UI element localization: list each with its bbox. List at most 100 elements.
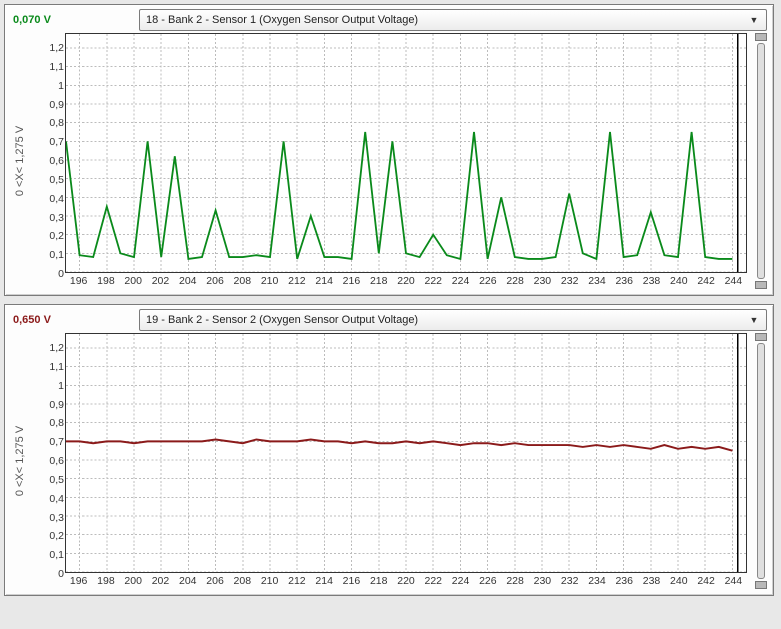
y-ticks: 00,10,20,30,40,50,60,70,80,911,11,2 <box>34 334 64 572</box>
x-tick-label: 230 <box>534 575 552 587</box>
y-tick-label: 0,1 <box>34 549 64 561</box>
x-tick-label: 226 <box>479 275 497 287</box>
chevron-down-icon: ▼ <box>746 315 762 325</box>
x-tick-label: 240 <box>670 275 688 287</box>
y-axis-label: 0 <X< 1,275 V <box>14 426 26 496</box>
panel-header: 0,650 V 19 - Bank 2 - Sensor 2 (Oxygen Se… <box>5 305 773 333</box>
y-tick-label: 0,7 <box>34 136 64 148</box>
slider-handle-bottom[interactable] <box>755 581 767 589</box>
y-tick-label: 0,9 <box>34 399 64 411</box>
x-tick-label: 200 <box>124 575 142 587</box>
chart-panel: 0,650 V 19 - Bank 2 - Sensor 2 (Oxygen Se… <box>4 304 774 596</box>
chart-box: 00,10,20,30,40,50,60,70,80,911,11,219619… <box>31 33 747 289</box>
slider-handle-top[interactable] <box>755 33 767 41</box>
x-ticks: 1961982002022042062082102122142162182202… <box>65 275 747 289</box>
y-tick-label: 0,6 <box>34 155 64 167</box>
y-tick-label: 0,4 <box>34 493 64 505</box>
x-tick-label: 230 <box>534 275 552 287</box>
plot-row: 0 <X< 1,275 V 00,10,20,30,40,50,60,70,80,… <box>5 33 773 295</box>
x-tick-label: 220 <box>397 275 415 287</box>
x-tick-label: 210 <box>261 575 279 587</box>
x-tick-label: 208 <box>234 275 252 287</box>
y-tick-label: 1 <box>34 380 64 392</box>
x-tick-label: 244 <box>725 275 743 287</box>
y-tick-label: 0,3 <box>34 512 64 524</box>
y-tick-label: 0,2 <box>34 230 64 242</box>
x-tick-label: 218 <box>370 275 388 287</box>
x-tick-label: 228 <box>506 275 524 287</box>
slider-track[interactable] <box>757 343 765 579</box>
x-tick-label: 226 <box>479 575 497 587</box>
y-range-slider[interactable] <box>753 333 769 589</box>
x-tick-label: 204 <box>179 575 197 587</box>
x-tick-label: 212 <box>288 275 306 287</box>
x-tick-label: 242 <box>697 575 715 587</box>
panel-header: 0,070 V 18 - Bank 2 - Sensor 1 (Oxygen Se… <box>5 5 773 33</box>
chart-panel: 0,070 V 18 - Bank 2 - Sensor 1 (Oxygen Se… <box>4 4 774 296</box>
x-tick-label: 232 <box>561 275 579 287</box>
sensor-dropdown[interactable]: 18 - Bank 2 - Sensor 1 (Oxygen Sensor Ou… <box>139 9 767 31</box>
x-tick-label: 222 <box>425 575 443 587</box>
current-value-label: 0,070 V <box>11 14 133 26</box>
x-tick-label: 210 <box>261 275 279 287</box>
y-tick-label: 0 <box>34 568 64 580</box>
y-tick-label: 0,5 <box>34 174 64 186</box>
x-tick-label: 202 <box>152 575 170 587</box>
x-tick-label: 200 <box>124 275 142 287</box>
y-tick-label: 0,8 <box>34 417 64 429</box>
y-tick-label: 0,9 <box>34 99 64 111</box>
dropdown-selected-text: 18 - Bank 2 - Sensor 1 (Oxygen Sensor Ou… <box>146 14 746 26</box>
x-tick-label: 240 <box>670 575 688 587</box>
x-tick-label: 222 <box>425 275 443 287</box>
x-tick-label: 202 <box>152 275 170 287</box>
y-axis-label-wrap: 0 <X< 1,275 V <box>9 33 31 289</box>
x-tick-label: 224 <box>452 575 470 587</box>
y-tick-label: 1,2 <box>34 42 64 54</box>
x-tick-label: 242 <box>697 275 715 287</box>
x-tick-label: 214 <box>315 275 333 287</box>
x-tick-label: 236 <box>615 575 633 587</box>
plot-area[interactable]: 00,10,20,30,40,50,60,70,80,911,11,2 <box>65 333 747 573</box>
y-tick-label: 0,1 <box>34 249 64 261</box>
x-ticks: 1961982002022042062082102122142162182202… <box>65 575 747 589</box>
x-tick-label: 228 <box>506 575 524 587</box>
y-tick-label: 0,4 <box>34 193 64 205</box>
chart-box: 00,10,20,30,40,50,60,70,80,911,11,219619… <box>31 333 747 589</box>
x-tick-label: 238 <box>643 275 661 287</box>
x-tick-label: 216 <box>343 575 361 587</box>
x-tick-label: 216 <box>343 275 361 287</box>
y-tick-label: 0,3 <box>34 212 64 224</box>
y-tick-label: 1,1 <box>34 361 64 373</box>
y-tick-label: 1 <box>34 80 64 92</box>
x-tick-label: 234 <box>588 275 606 287</box>
plot-svg <box>66 34 746 272</box>
y-tick-label: 1,2 <box>34 342 64 354</box>
y-axis-label-wrap: 0 <X< 1,275 V <box>9 333 31 589</box>
y-tick-label: 1,1 <box>34 61 64 73</box>
x-tick-label: 236 <box>615 275 633 287</box>
sensor-dropdown[interactable]: 19 - Bank 2 - Sensor 2 (Oxygen Sensor Ou… <box>139 309 767 331</box>
y-range-slider[interactable] <box>753 33 769 289</box>
current-value-label: 0,650 V <box>11 314 133 326</box>
x-tick-label: 220 <box>397 575 415 587</box>
y-ticks: 00,10,20,30,40,50,60,70,80,911,11,2 <box>34 34 64 272</box>
slider-handle-top[interactable] <box>755 333 767 341</box>
slider-handle-bottom[interactable] <box>755 281 767 289</box>
y-tick-label: 0,7 <box>34 436 64 448</box>
x-tick-label: 218 <box>370 575 388 587</box>
dropdown-selected-text: 19 - Bank 2 - Sensor 2 (Oxygen Sensor Ou… <box>146 314 746 326</box>
x-tick-label: 232 <box>561 575 579 587</box>
x-tick-label: 214 <box>315 575 333 587</box>
plot-svg <box>66 334 746 572</box>
plot-row: 0 <X< 1,275 V 00,10,20,30,40,50,60,70,80,… <box>5 333 773 595</box>
slider-track[interactable] <box>757 43 765 279</box>
x-tick-label: 206 <box>206 575 224 587</box>
x-tick-label: 244 <box>725 575 743 587</box>
x-tick-label: 234 <box>588 575 606 587</box>
data-series-line <box>66 132 732 259</box>
plot-area[interactable]: 00,10,20,30,40,50,60,70,80,911,11,2 <box>65 33 747 273</box>
x-tick-label: 204 <box>179 275 197 287</box>
x-tick-label: 206 <box>206 275 224 287</box>
chevron-down-icon: ▼ <box>746 15 762 25</box>
x-tick-label: 196 <box>70 275 88 287</box>
